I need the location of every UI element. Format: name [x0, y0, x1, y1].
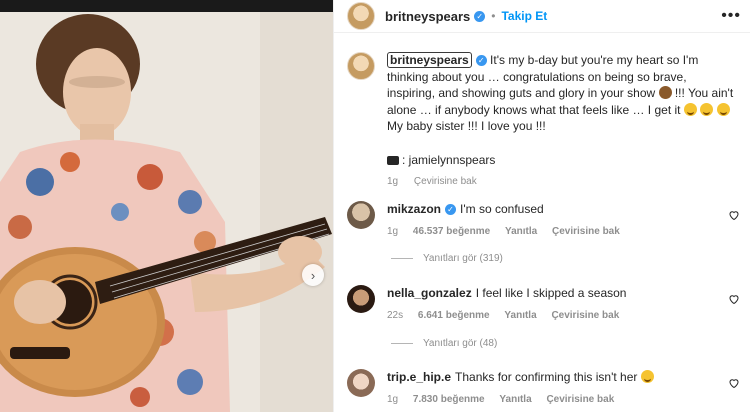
commenter-avatar[interactable]	[347, 369, 375, 397]
replies-divider	[391, 343, 413, 344]
next-media-button[interactable]: ›	[302, 264, 324, 286]
photo-credit: : jamielynnspears	[387, 152, 737, 169]
comment-time: 1g	[387, 226, 399, 237]
comment-time: 22s	[387, 310, 404, 321]
heart-outline-icon[interactable]	[728, 377, 740, 389]
post-photo	[0, 12, 333, 412]
caption-text-3: My baby sister !!! I love you !!!	[387, 119, 546, 133]
follow-button[interactable]: Takip Et	[501, 9, 547, 23]
grimace-emoji-icon	[640, 370, 654, 383]
comment-likes[interactable]: 6.641 beğenme	[418, 310, 490, 321]
comment-item: mikzazon ✓ I'm so confused 1g 46.537 beğen…	[347, 201, 742, 237]
comment-text: I'm so confused	[460, 202, 544, 216]
heart-outline-icon[interactable]	[728, 293, 740, 305]
grimace-emoji-icon	[683, 102, 697, 116]
chevron-right-icon: ›	[310, 267, 316, 283]
view-replies-link[interactable]: Yanıtları gör (319)	[391, 253, 503, 264]
guitar-emoji-icon	[658, 86, 672, 99]
author-avatar[interactable]	[347, 2, 375, 30]
caption-username[interactable]: britneyspears	[387, 52, 472, 68]
comment-username[interactable]: trip.e_hip.e	[387, 370, 451, 384]
comment-likes[interactable]: 7.830 beğenme	[413, 394, 485, 405]
post-caption: britneyspears ✓ It's my b-day but you're …	[347, 52, 742, 191]
caption-body: britneyspears ✓ It's my b-day but you're …	[387, 52, 737, 191]
view-replies-link[interactable]: Yanıtları gör (48)	[391, 338, 497, 349]
replies-divider	[391, 258, 413, 259]
view-replies-label[interactable]: Yanıtları gör (319)	[423, 253, 503, 264]
commenter-avatar[interactable]	[347, 201, 375, 229]
caption-avatar[interactable]	[347, 52, 375, 80]
author-username[interactable]: britneyspears	[385, 9, 470, 24]
grimace-emoji-icon	[716, 102, 730, 116]
translate-link[interactable]: Çevirisine bak	[546, 394, 614, 405]
post-media[interactable]: ›	[0, 0, 333, 412]
post-panel: britneyspears ✓ • Takip Et ••• britneysp…	[333, 0, 750, 412]
translate-link[interactable]: Çevirisine bak	[552, 226, 620, 237]
grimace-emoji-icon	[700, 102, 714, 116]
comment-likes[interactable]: 46.537 beğenme	[413, 226, 490, 237]
comment-username[interactable]: mikzazon	[387, 202, 441, 216]
heart-outline-icon[interactable]	[728, 209, 740, 221]
reply-button[interactable]: Yanıtla	[505, 226, 537, 237]
comment-item: trip.e_hip.e Thanks for confirming this i…	[347, 369, 742, 405]
comment-text: Thanks for confirming this isn't her	[455, 370, 638, 384]
verified-badge-icon: ✓	[445, 204, 457, 215]
view-replies-label[interactable]: Yanıtları gör (48)	[423, 338, 497, 349]
media-top-bar	[0, 0, 333, 12]
reply-button[interactable]: Yanıtla	[499, 394, 531, 405]
verified-badge-icon: ✓	[474, 10, 486, 22]
comment-username[interactable]: nella_gonzalez	[387, 286, 472, 300]
comment-time: 1g	[387, 394, 399, 405]
more-dots-icon[interactable]: •••	[721, 7, 741, 25]
separator-dot: •	[491, 9, 496, 23]
comment-item: nella_gonzalez I feel like I skipped a se…	[347, 285, 742, 321]
post-header: britneyspears ✓ • Takip Et •••	[334, 0, 750, 33]
translate-link[interactable]: Çevirisine bak	[551, 310, 619, 321]
caption-time: 1g	[387, 176, 399, 187]
camera-icon	[387, 155, 399, 165]
comment-text: I feel like I skipped a season	[475, 286, 627, 300]
commenter-avatar[interactable]	[347, 285, 375, 313]
caption-meta: 1g Çevirisine bak	[387, 174, 737, 191]
verified-badge-icon: ✓	[475, 55, 487, 66]
caption-translate-link[interactable]: Çevirisine bak	[414, 176, 477, 187]
reply-button[interactable]: Yanıtla	[504, 310, 536, 321]
credit-username[interactable]: jamielynnspears	[409, 153, 496, 167]
